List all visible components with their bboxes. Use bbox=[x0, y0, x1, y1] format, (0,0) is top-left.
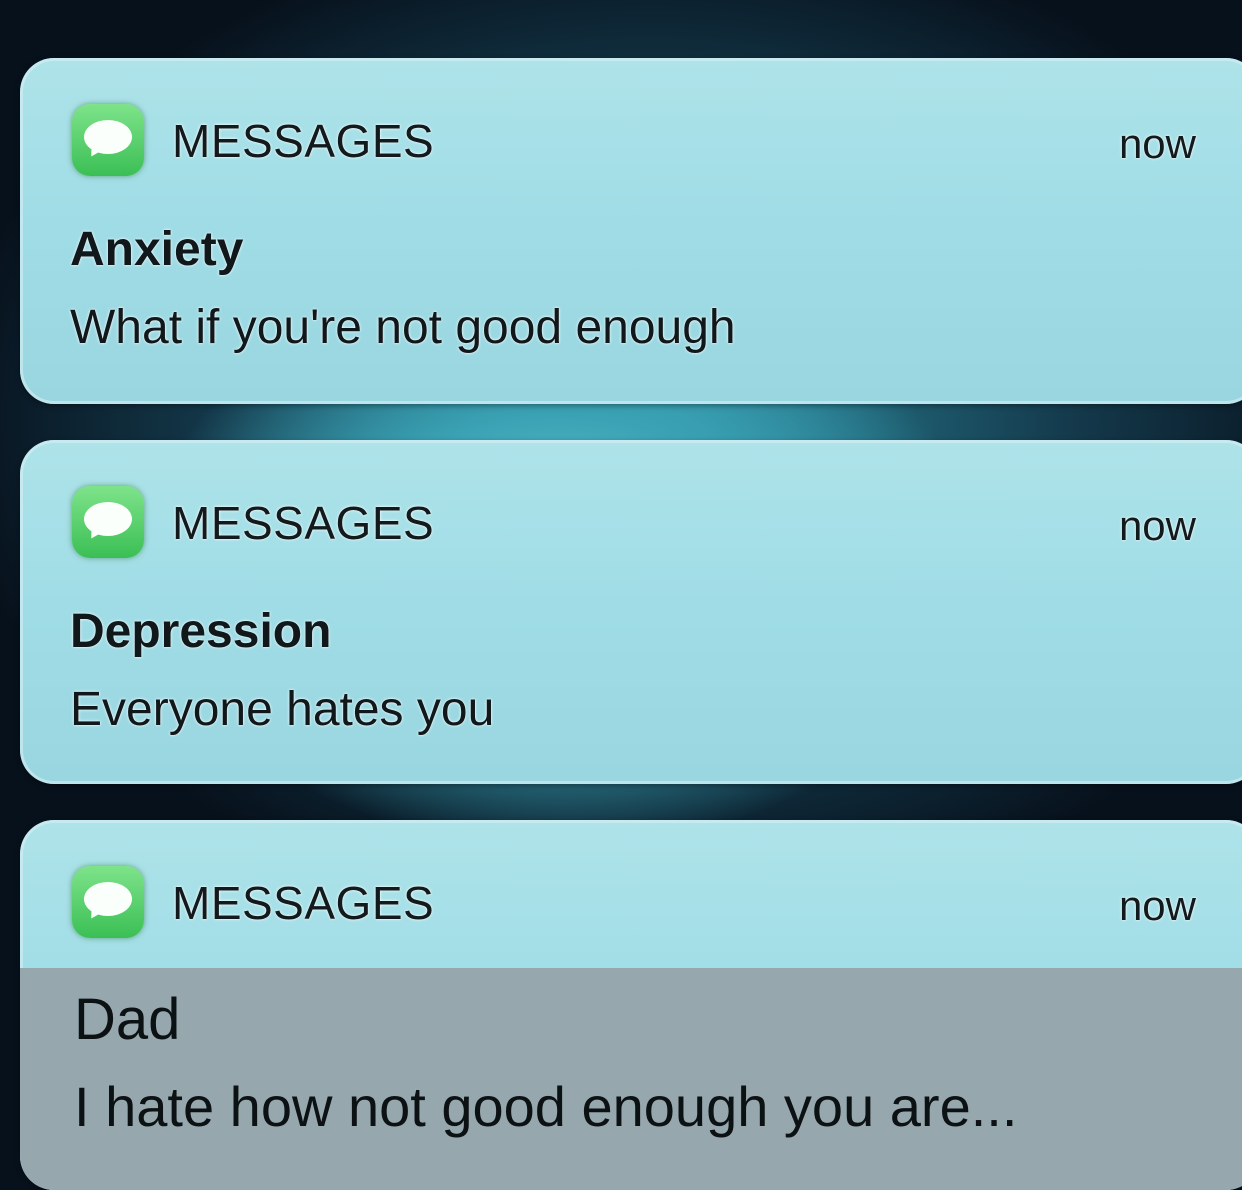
notification-time: now bbox=[1118, 882, 1196, 929]
app-name: MESSAGES bbox=[172, 497, 435, 549]
app-name: MESSAGES bbox=[172, 877, 435, 929]
notification-message: What if you're not good enough bbox=[70, 301, 736, 354]
messages-icon bbox=[72, 486, 144, 558]
notification-sender: Anxiety bbox=[70, 223, 244, 276]
notification-card[interactable]: MESSAGES now Dad I hate how not good eno… bbox=[20, 820, 1242, 1190]
notification-message: Everyone hates you bbox=[70, 683, 495, 736]
notification-header: MESSAGES now bbox=[20, 58, 1242, 198]
notification-header: MESSAGES now bbox=[20, 820, 1242, 960]
notification-sender: Depression bbox=[70, 605, 332, 658]
notification-time: now bbox=[1118, 120, 1196, 167]
notification-header: MESSAGES now bbox=[20, 440, 1242, 580]
app-name: MESSAGES bbox=[172, 115, 435, 167]
notification-card[interactable]: MESSAGES now Depression Everyone hates y… bbox=[20, 440, 1242, 784]
notification-card[interactable]: MESSAGES now Anxiety What if you're not … bbox=[20, 58, 1242, 404]
messages-icon bbox=[72, 104, 144, 176]
notification-sender: Dad bbox=[74, 987, 181, 1052]
notification-time: now bbox=[1118, 502, 1196, 549]
messages-icon bbox=[72, 866, 144, 938]
notification-message: I hate how not good enough you are... bbox=[74, 1075, 1018, 1138]
